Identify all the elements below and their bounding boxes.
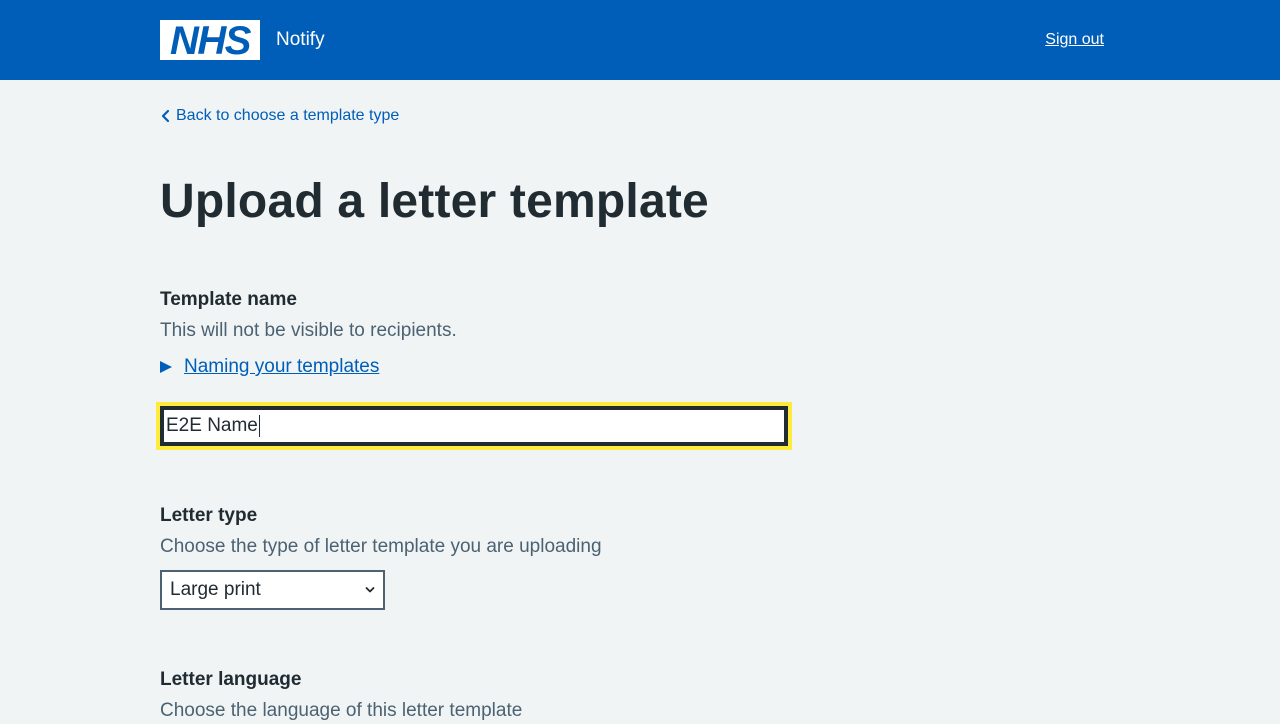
letter-type-select[interactable]: Large print	[160, 570, 385, 610]
letter-language-hint: Choose the language of this letter templ…	[160, 700, 523, 721]
template-name-label: Template name	[160, 289, 297, 310]
letter-language-label: Letter language	[160, 669, 302, 690]
svg-text:NHS: NHS	[170, 20, 252, 60]
letter-type-label: Letter type	[160, 505, 258, 526]
chevron-down-icon	[365, 587, 375, 593]
template-name-input[interactable]: E2E Name	[160, 406, 788, 446]
page-title: Upload a letter template	[160, 175, 709, 228]
back-link[interactable]: Back to choose a template type	[160, 105, 399, 127]
back-link-label: Back to choose a template type	[176, 107, 400, 124]
text-caret	[258, 415, 260, 437]
letter-type-hint: Choose the type of letter template you a…	[160, 536, 602, 557]
naming-templates-details[interactable]: Naming your templates	[160, 354, 379, 380]
triangle-right-icon	[160, 361, 172, 373]
service-name[interactable]: Notify	[276, 27, 325, 53]
nhs-logo[interactable]: NHS	[160, 20, 260, 60]
letter-type-selected: Large print	[170, 579, 261, 600]
sign-out-link[interactable]: Sign out	[1045, 29, 1104, 51]
details-summary-label: Naming your templates	[184, 356, 380, 377]
nhs-logo-icon: NHS	[160, 20, 260, 60]
chevron-left-icon	[161, 109, 170, 123]
site-header: NHS Notify Sign out	[0, 0, 1280, 80]
template-name-hint: This will not be visible to recipients.	[160, 320, 457, 341]
template-name-value: E2E Name	[166, 415, 258, 436]
